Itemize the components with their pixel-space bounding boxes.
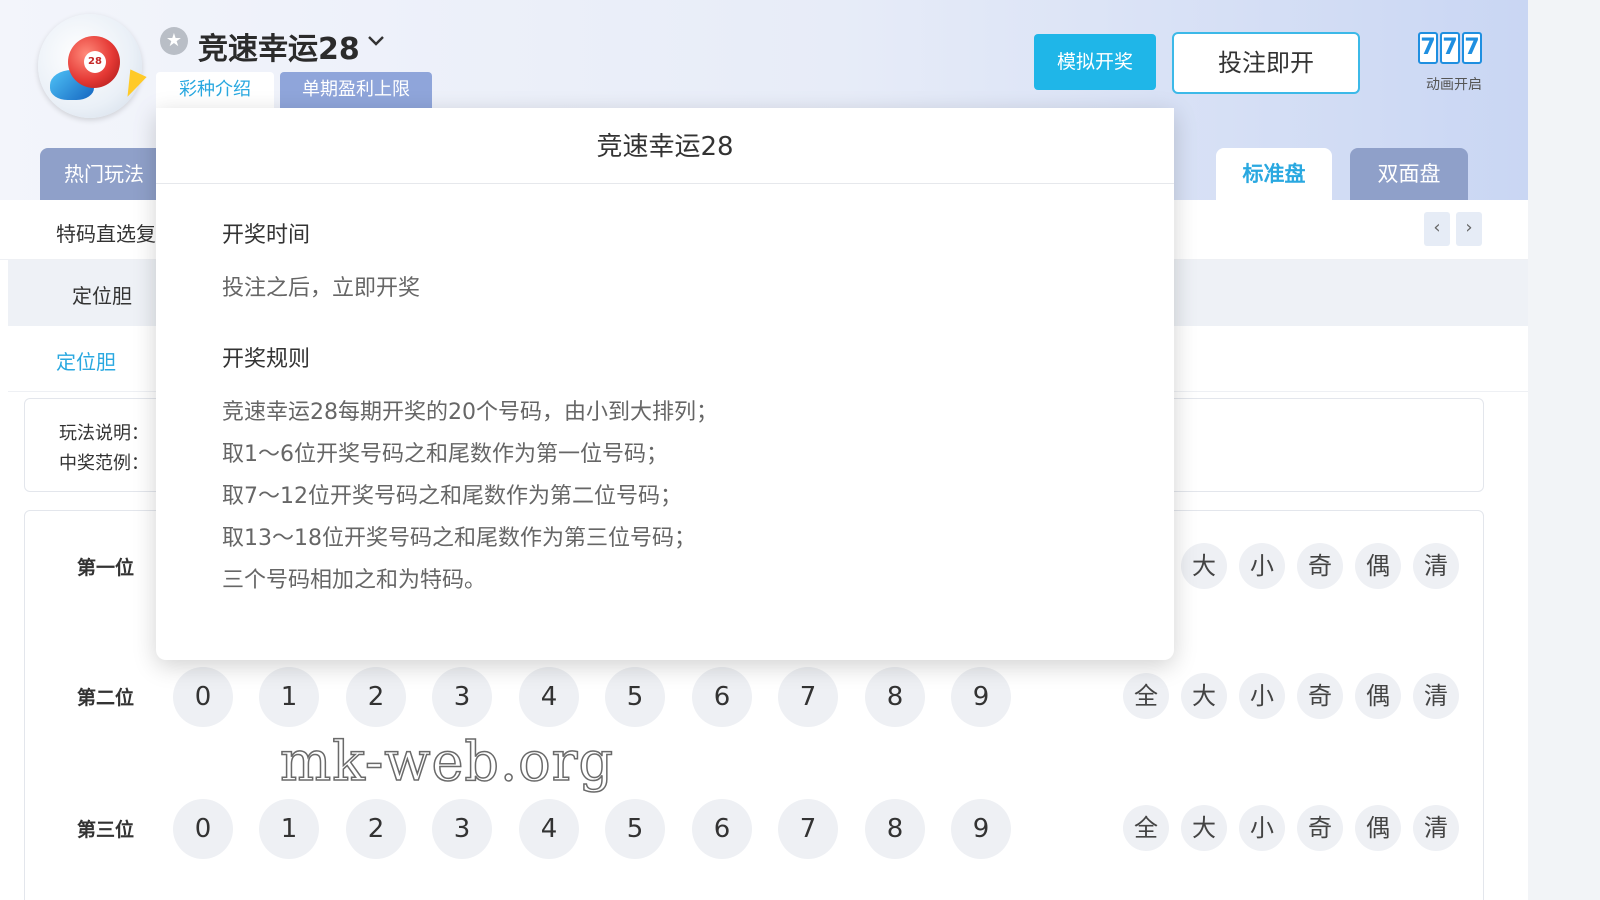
number-ball[interactable]: 0 (173, 799, 233, 859)
quick-clear-button[interactable]: 清 (1413, 805, 1459, 851)
number-ball[interactable]: 5 (605, 667, 665, 727)
sub-play-item[interactable]: 定位胆 (72, 280, 132, 309)
number-ball[interactable]: 3 (432, 799, 492, 859)
rule-line: 取7～12位开奖号码之和尾数作为第二位号码； (222, 484, 682, 509)
popup-body: 开奖时间 投注之后，立即开奖 开奖规则 竞速幸运28每期开奖的20个号码，由小到… (222, 216, 1122, 602)
number-ball[interactable]: 1 (259, 799, 319, 859)
game-title[interactable]: 竞速幸运28 (198, 24, 360, 68)
position-label: 第一位 (77, 557, 135, 579)
number-ball[interactable]: 9 (951, 667, 1011, 727)
quick-small-button[interactable]: 小 (1239, 673, 1285, 719)
position-label: 第二位 (77, 687, 135, 709)
number-ball[interactable]: 7 (778, 667, 838, 727)
app-window: 28 ★ 竞速幸运28 彩种介绍 单期盈利上限 模拟开奖 投注即开 7 7 7 … (0, 0, 1528, 900)
quick-big-button[interactable]: 大 (1181, 805, 1227, 851)
favorite-star-icon[interactable]: ★ (160, 27, 188, 55)
popup-title: 竞速幸运28 (156, 108, 1174, 184)
rule-line: 取13～18位开奖号码之和尾数作为第三位号码； (222, 526, 696, 551)
quick-all-button[interactable]: 全 (1123, 805, 1169, 851)
slot-digit: 7 (1418, 32, 1438, 64)
number-ball[interactable]: 3 (432, 667, 492, 727)
slot-777-icon[interactable]: 7 7 7 (1418, 30, 1488, 66)
number-ball[interactable]: 8 (865, 667, 925, 727)
number-ball[interactable]: 9 (951, 799, 1011, 859)
logo-number: 28 (84, 51, 106, 73)
chevron-down-icon[interactable] (366, 30, 386, 50)
number-ball[interactable]: 8 (865, 799, 925, 859)
tab-standard[interactable]: 标准盘 (1216, 148, 1332, 200)
winning-example-label: 中奖范例： (59, 453, 149, 474)
rule-line: 竞速幸运28每期开奖的20个号码，由小到大排列； (222, 400, 718, 425)
number-ball[interactable]: 1 (259, 667, 319, 727)
number-ball[interactable]: 4 (519, 799, 579, 859)
quick-odd-button[interactable]: 奇 (1297, 543, 1343, 589)
quick-even-button[interactable]: 偶 (1355, 805, 1401, 851)
rule-line: 取1～6位开奖号码之和尾数作为第一位号码； (222, 442, 668, 467)
tab-game-intro[interactable]: 彩种介绍 (156, 72, 274, 108)
position-row-3: 第三位 0 1 2 3 4 5 6 7 8 9 全 大 小 奇 偶 清 (25, 797, 1485, 863)
number-ball[interactable]: 2 (346, 799, 406, 859)
quick-even-button[interactable]: 偶 (1355, 543, 1401, 589)
number-ball[interactable]: 2 (346, 667, 406, 727)
number-ball[interactable]: 4 (519, 667, 579, 727)
number-ball[interactable]: 0 (173, 667, 233, 727)
logo-ball-icon: 28 (68, 36, 120, 88)
watermark: mk-web.org (279, 729, 615, 794)
position-row-2: 第二位 0 1 2 3 4 5 6 7 8 9 全 大 小 奇 偶 清 (25, 665, 1485, 731)
quick-small-button[interactable]: 小 (1239, 543, 1285, 589)
play-explanation-label: 玩法说明： (59, 423, 149, 444)
quick-odd-button[interactable]: 奇 (1297, 805, 1343, 851)
number-ball[interactable]: 6 (692, 667, 752, 727)
draw-time-text: 投注之后，立即开奖 (222, 276, 421, 301)
quick-small-button[interactable]: 小 (1239, 805, 1285, 851)
quick-even-button[interactable]: 偶 (1355, 673, 1401, 719)
simulate-draw-button[interactable]: 模拟开奖 (1034, 34, 1156, 90)
game-logo: 28 (38, 14, 147, 118)
quick-all-button[interactable]: 全 (1123, 673, 1169, 719)
game-intro-popup: 竞速幸运28 开奖时间 投注之后，立即开奖 开奖规则 竞速幸运28每期开奖的20… (156, 108, 1174, 660)
play-type-item[interactable]: 特码直选复 (56, 218, 156, 247)
quick-odd-button[interactable]: 奇 (1297, 673, 1343, 719)
prev-arrow-icon[interactable]: ‹ (1424, 212, 1450, 246)
slot-digit: 7 (1462, 32, 1482, 64)
tab-profit-limit[interactable]: 单期盈利上限 (280, 72, 432, 108)
slot-digit: 7 (1440, 32, 1460, 64)
quick-clear-button[interactable]: 清 (1413, 673, 1459, 719)
number-ball[interactable]: 5 (605, 799, 665, 859)
tab-double-sided[interactable]: 双面盘 (1350, 148, 1468, 200)
quick-clear-button[interactable]: 清 (1413, 543, 1459, 589)
next-arrow-icon[interactable]: › (1456, 212, 1482, 246)
animation-toggle-label[interactable]: 动画开启 (1412, 74, 1496, 94)
number-ball[interactable]: 7 (778, 799, 838, 859)
instant-bet-button[interactable]: 投注即开 (1172, 32, 1360, 94)
lightning-icon (119, 69, 147, 101)
number-ball[interactable]: 6 (692, 799, 752, 859)
quick-big-button[interactable]: 大 (1181, 543, 1227, 589)
sub-play-item-active[interactable]: 定位胆 (56, 346, 116, 375)
quick-big-button[interactable]: 大 (1181, 673, 1227, 719)
position-label: 第三位 (77, 819, 135, 841)
rule-line: 三个号码相加之和为特码。 (222, 568, 487, 593)
draw-rules-heading: 开奖规则 (222, 347, 311, 372)
draw-time-heading: 开奖时间 (222, 223, 311, 248)
